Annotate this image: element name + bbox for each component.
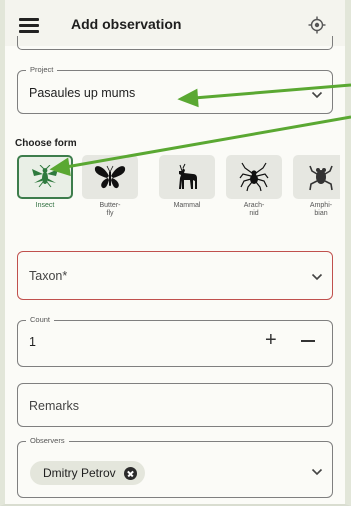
scrolled-field-edge bbox=[17, 36, 333, 50]
project-legend: Project bbox=[26, 65, 58, 74]
insect-icon bbox=[32, 165, 58, 188]
remarks-input[interactable]: Remarks bbox=[17, 383, 333, 427]
increment-button[interactable]: + bbox=[265, 329, 277, 351]
decrement-button[interactable] bbox=[301, 340, 315, 342]
form-option-amphibian[interactable]: Amphi- bian bbox=[293, 155, 340, 218]
form-label: Arach- nid bbox=[243, 202, 265, 217]
choose-form-heading: Choose form bbox=[15, 138, 77, 149]
chevron-down-icon bbox=[311, 273, 323, 281]
project-value: Pasaules up mums bbox=[29, 86, 136, 100]
chevron-down-icon bbox=[311, 468, 323, 476]
frog-icon bbox=[309, 165, 333, 191]
deer-icon bbox=[179, 163, 197, 189]
form-label: Amphi- bian bbox=[309, 202, 333, 217]
form-selector: Insect Butter- fly Mammal Arach- nid Amp… bbox=[17, 155, 340, 225]
form-label: Mammal bbox=[173, 202, 201, 209]
gps-crosshair-icon[interactable] bbox=[308, 16, 326, 34]
form-option-mammal[interactable]: Mammal bbox=[159, 155, 215, 210]
observers-legend: Observers bbox=[26, 436, 69, 445]
remove-chip-icon[interactable] bbox=[123, 466, 137, 480]
remarks-placeholder: Remarks bbox=[29, 399, 80, 413]
taxon-placeholder: Taxon* bbox=[29, 269, 68, 283]
project-select[interactable]: Project Pasaules up mums bbox=[17, 65, 333, 114]
taxon-select[interactable]: Taxon* bbox=[17, 251, 333, 300]
app-screen: Add observation Project Pasaules up mums… bbox=[0, 0, 351, 506]
form-label: Butter- fly bbox=[99, 202, 121, 217]
form-option-butterfly[interactable]: Butter- fly bbox=[82, 155, 138, 218]
form-label: Insect bbox=[35, 202, 55, 209]
chevron-down-icon bbox=[311, 91, 323, 99]
page-title: Add observation bbox=[71, 16, 182, 32]
observer-chip-label: Dmitry Petrov bbox=[43, 466, 116, 480]
butterfly-icon bbox=[94, 165, 126, 189]
count-legend: Count bbox=[26, 315, 55, 324]
observers-select[interactable]: Observers Dmitry Petrov bbox=[17, 436, 333, 498]
form-option-insect[interactable]: Insect bbox=[17, 155, 73, 210]
form-option-arachnid[interactable]: Arach- nid bbox=[226, 155, 282, 218]
menu-icon[interactable] bbox=[19, 18, 39, 33]
observer-chip: Dmitry Petrov bbox=[30, 461, 145, 485]
count-stepper: Count 1 + bbox=[17, 315, 333, 367]
spider-icon bbox=[239, 162, 269, 192]
count-value[interactable]: 1 bbox=[29, 335, 36, 349]
